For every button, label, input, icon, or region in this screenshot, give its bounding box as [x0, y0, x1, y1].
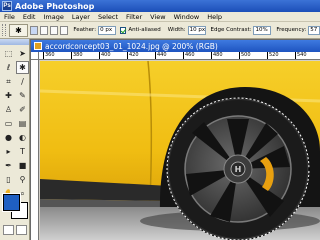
intersect-selection-button[interactable]: [60, 25, 69, 35]
menu-window[interactable]: Window: [170, 13, 204, 21]
notes-icon[interactable]: ▯: [2, 173, 15, 186]
foreground-color-swatch[interactable]: [2, 193, 21, 212]
edge-contrast-label: Edge Contrast:: [210, 27, 252, 33]
anti-aliased-label: Anti-aliased: [128, 27, 161, 33]
slice-icon[interactable]: ∕: [16, 75, 29, 88]
document-window: accordconcept03_01_1024.jpg @ 200% (RGB)…: [31, 40, 320, 240]
edit-mode-row: [3, 225, 29, 236]
ruler-tick: 540: [295, 52, 307, 59]
ruler-tick: 520: [267, 52, 279, 59]
color-swatches: [2, 193, 29, 220]
options-bar: ✱ Feather: 0 px Anti-aliased Width: 10 p…: [0, 22, 320, 39]
feather-label: Feather:: [73, 27, 97, 33]
menu-layer[interactable]: Layer: [68, 13, 94, 21]
eyedropper-icon[interactable]: ⚲: [16, 173, 29, 186]
car-wheel-photo: H: [40, 61, 320, 240]
history-brush-icon[interactable]: ✐: [16, 103, 29, 116]
clone-stamp-icon[interactable]: ♙: [2, 103, 15, 116]
brush-icon[interactable]: ✎: [16, 89, 29, 102]
toolbox: ⬚ ➤ ℓ ✱ ⌗ ∕ ✚ ✎ ♙ ✐ ▭ ▤ ● ◐ ▸ T ✒ ■ ▯ ⚲ …: [0, 39, 30, 240]
dodge-icon[interactable]: ◐: [16, 131, 29, 144]
quick-mask-mode-button[interactable]: [16, 225, 27, 235]
ruler-tick: 500: [239, 52, 251, 59]
healing-brush-icon[interactable]: ✚: [2, 89, 15, 102]
magnetic-lasso-icon[interactable]: ℓ: [2, 61, 15, 74]
app-title-bar: Ps Adobe Photoshop: [0, 0, 320, 12]
add-to-selection-button[interactable]: [40, 25, 49, 35]
feather-input[interactable]: 0 px: [98, 25, 116, 35]
ruler-origin[interactable]: [31, 52, 39, 60]
tool-preset-picker[interactable]: ✱: [8, 23, 29, 37]
ruler-tick: 460: [183, 52, 195, 59]
edge-contrast-input[interactable]: 10%: [253, 25, 272, 35]
menu-file[interactable]: File: [0, 13, 19, 21]
rectangular-marquee-icon[interactable]: ⬚: [2, 47, 15, 60]
photoshop-logo-icon: Ps: [2, 1, 12, 11]
standard-mode-button[interactable]: [3, 225, 14, 235]
ruler-tick: 440: [155, 52, 167, 59]
width-input[interactable]: 10 px: [187, 25, 206, 35]
crop-icon[interactable]: ⌗: [2, 75, 15, 88]
pen-icon[interactable]: ✒: [2, 159, 15, 172]
menu-edit[interactable]: Edit: [19, 13, 40, 21]
shape-icon[interactable]: ■: [16, 159, 29, 172]
svg-text:H: H: [235, 165, 242, 174]
magic-wand-icon: ✱: [15, 25, 22, 35]
menu-view[interactable]: View: [146, 13, 169, 21]
blur-icon[interactable]: ●: [2, 131, 15, 144]
new-selection-button[interactable]: [30, 25, 39, 35]
path-selection-icon[interactable]: ▸: [2, 145, 15, 158]
ruler-tick: 400: [99, 52, 111, 59]
document-title-bar[interactable]: accordconcept03_01_1024.jpg @ 200% (RGB): [31, 40, 320, 52]
frequency-label: Frequency:: [276, 27, 307, 33]
document-icon: [34, 42, 42, 50]
vertical-ruler[interactable]: [31, 60, 39, 240]
menu-filter[interactable]: Filter: [122, 13, 146, 21]
move-icon[interactable]: ➤: [16, 47, 29, 60]
document-title: accordconcept03_01_1024.jpg @ 200% (RGB): [45, 41, 218, 51]
subtract-from-selection-button[interactable]: [50, 25, 59, 35]
menu-image[interactable]: Image: [39, 13, 67, 21]
width-label: Width:: [167, 27, 186, 33]
ruler-tick: 360: [43, 52, 55, 59]
frequency-input[interactable]: 57: [308, 25, 320, 35]
menu-select[interactable]: Select: [94, 13, 122, 21]
ruler-tick: 420: [127, 52, 139, 59]
type-icon[interactable]: T: [16, 145, 29, 158]
magic-wand-icon[interactable]: ✱: [16, 61, 29, 74]
horizontal-ruler[interactable]: 360 380 400 420 440 460 480 500 520 540: [39, 52, 320, 60]
anti-aliased-checkbox[interactable]: [119, 26, 127, 34]
options-bar-grip[interactable]: [2, 24, 6, 36]
menu-bar: File Edit Image Layer Select Filter View…: [0, 12, 320, 22]
ruler-tick: 480: [211, 52, 223, 59]
app-title: Adobe Photoshop: [15, 1, 95, 11]
gradient-icon[interactable]: ▤: [16, 117, 29, 130]
eraser-icon[interactable]: ▭: [2, 117, 15, 130]
menu-help[interactable]: Help: [203, 13, 226, 21]
image-canvas[interactable]: H: [40, 61, 320, 240]
ruler-tick: 380: [71, 52, 83, 59]
